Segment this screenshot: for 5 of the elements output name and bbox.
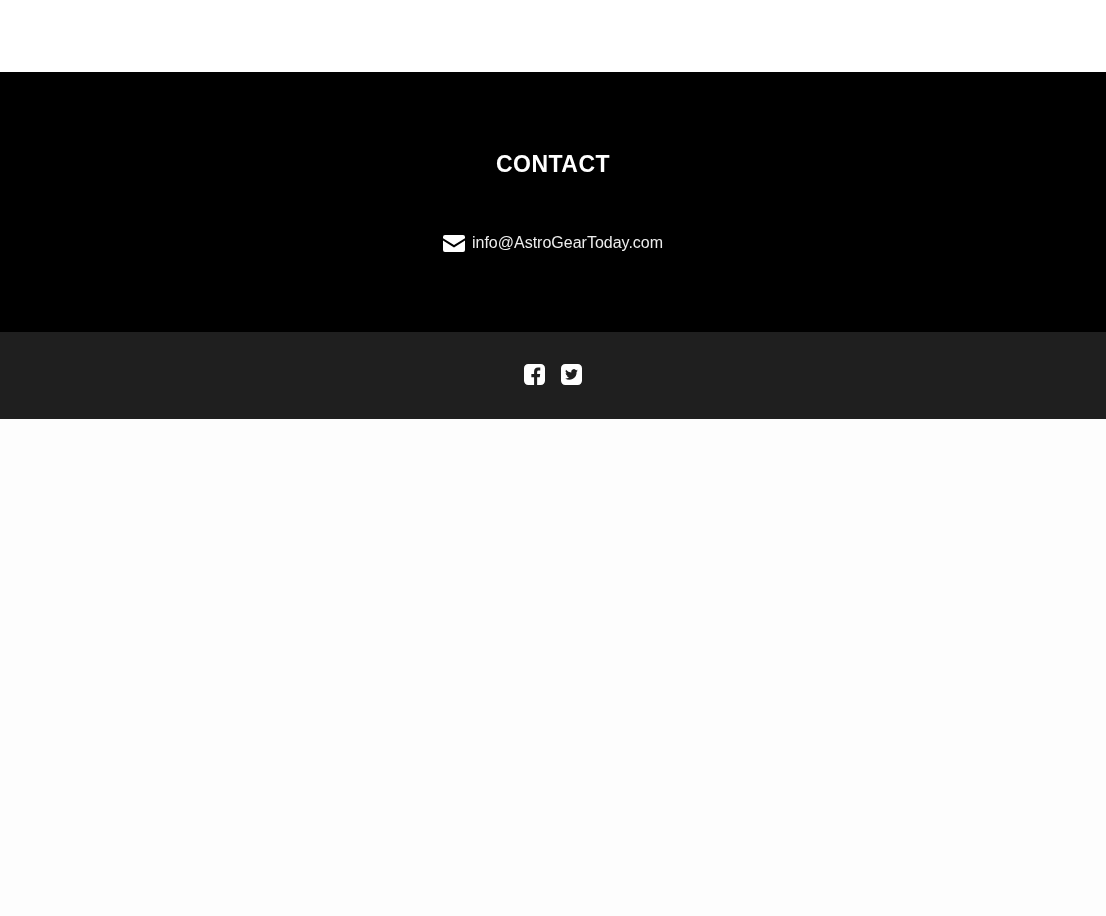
section-heading: CONTACT — [495, 150, 611, 178]
facebook-icon[interactable] — [524, 364, 545, 385]
bird-icon[interactable] — [561, 364, 582, 385]
email-link[interactable]: info@AstroGearToday.com — [471, 233, 664, 253]
envelope-icon — [442, 234, 465, 252]
